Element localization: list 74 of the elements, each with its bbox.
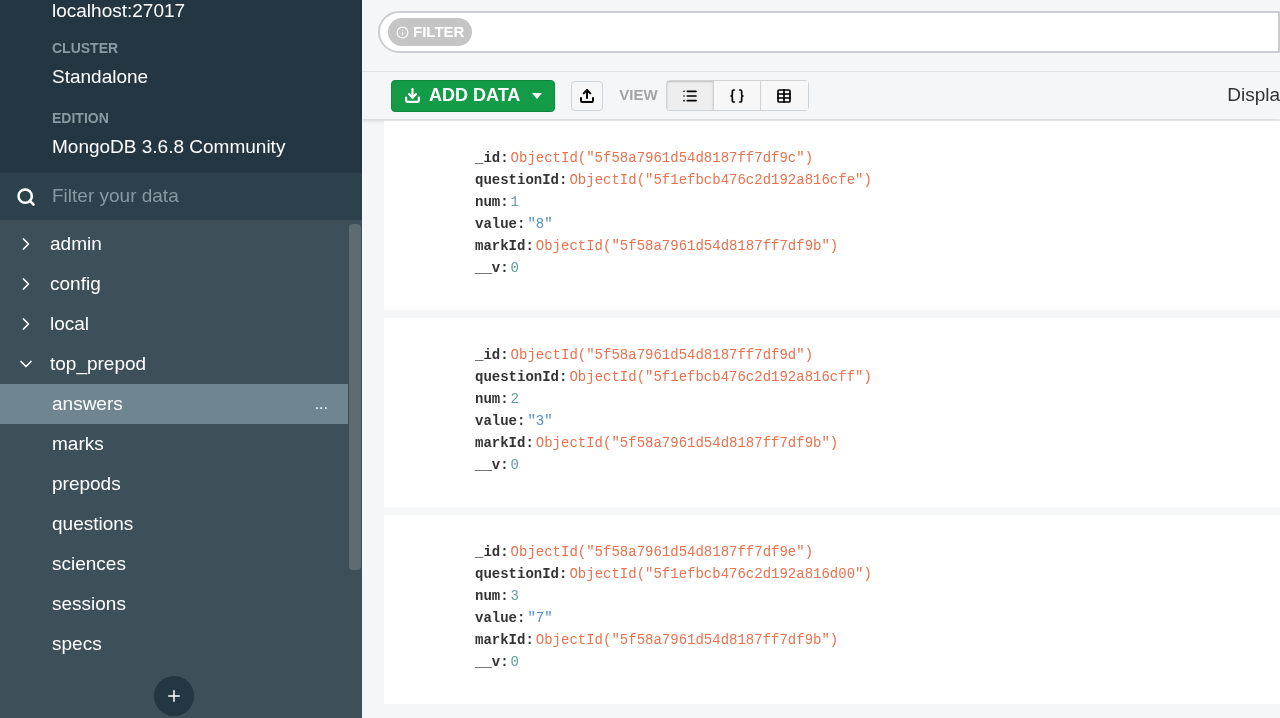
field-value: "8" (527, 215, 553, 234)
export-button[interactable] (571, 80, 604, 111)
field-key: questionId: (475, 169, 568, 191)
add-data-button[interactable]: ADD DATA (391, 79, 556, 112)
field-value: 3 (510, 587, 519, 606)
field-value: ObjectId("5f1efbcb476c2d192a816cff") (569, 368, 872, 387)
document-card[interactable]: _id:ObjectId("5f58a7961d54d8187ff7df9e") questionId:ObjectId("5f1efbcb476c2d192a816d00") num:3 value:"7" markId:ObjectId("5f58a7961d54d8187ff7df9b") __v:0 (384, 515, 1280, 704)
field-value: ObjectId("5f58a7961d54d8187ff7df9b") (535, 631, 839, 650)
info-label: CLUSTER (52, 39, 120, 58)
filter-badge: FILTER (388, 18, 473, 46)
info-value: Standalone (52, 65, 150, 89)
collection-item[interactable]: marks (0, 424, 348, 464)
caret-icon (532, 92, 543, 99)
plus-icon (165, 687, 183, 705)
field-key: num: (475, 585, 509, 607)
field-key: _id: (475, 147, 509, 169)
field-key: value: (475, 213, 526, 235)
collection-item[interactable]: sciences (0, 544, 348, 584)
info-icon (396, 25, 409, 39)
collection-item[interactable]: prepods (0, 464, 348, 504)
field-value: ObjectId("5f58a7961d54d8187ff7df9b") (535, 237, 839, 256)
field-key: questionId: (475, 366, 568, 388)
field-key: value: (475, 607, 526, 629)
display-label: Displa (1227, 83, 1280, 108)
document-card[interactable]: _id:ObjectId("5f58a7961d54d8187ff7df9c") questionId:ObjectId("5f1efbcb476c2d192a816cfe") num:1 value:"8" markId:ObjectId("5f58a7961d54d8187ff7df9b") __v:0 (384, 121, 1280, 310)
table-icon (776, 87, 793, 104)
collection-item[interactable]: questions (0, 504, 348, 544)
field-key: _id: (475, 541, 509, 563)
collection-item[interactable]: sessions (0, 584, 348, 624)
field-value: 0 (510, 456, 519, 475)
field-value: ObjectId("5f58a7961d54d8187ff7df9e") (510, 543, 814, 562)
field-value: 0 (510, 259, 519, 278)
field-key: __v: (475, 257, 509, 279)
list-view-button[interactable] (666, 81, 714, 110)
field-value: ObjectId("5f58a7961d54d8187ff7df9d") (510, 346, 814, 365)
field-key: value: (475, 410, 526, 432)
filter-field[interactable]: Filter your data (52, 182, 332, 211)
view-switcher[interactable] (665, 80, 809, 111)
host-name: localhost:27017 (52, 0, 187, 22)
field-key: questionId: (475, 563, 568, 585)
field-key: __v: (475, 651, 509, 673)
collection-item[interactable]: specs (0, 624, 348, 664)
download-icon (404, 87, 421, 104)
search-bar[interactable]: Filter your data (0, 173, 362, 220)
field-key: markId: (475, 432, 534, 454)
view-label: VIEW (619, 85, 658, 106)
field-value: ObjectId("5f1efbcb476c2d192a816cfe") (569, 171, 872, 190)
database-item[interactable]: local (0, 304, 348, 344)
field-value: 1 (510, 193, 519, 212)
field-value: ObjectId("5f1efbcb476c2d192a816d00") (569, 565, 872, 584)
info-value: MongoDB 3.6.8 Community (52, 134, 287, 159)
field-key: num: (475, 191, 509, 213)
field-key: markId: (475, 235, 534, 257)
field-value: "3" (527, 412, 553, 431)
field-value: "7" (527, 609, 553, 628)
field-key: num: (475, 388, 509, 410)
database-item[interactable]: top_prepod (0, 344, 348, 384)
collection-item[interactable]: answers ... (0, 384, 348, 424)
more-menu[interactable]: ... (314, 392, 328, 416)
database-item[interactable]: admin (0, 224, 348, 264)
database-item[interactable]: config (0, 264, 348, 304)
field-value: 0 (510, 653, 519, 672)
document-card[interactable]: _id:ObjectId("5f58a7961d54d8187ff7df9d") questionId:ObjectId("5f1efbcb476c2d192a816cff") num:2 value:"3" markId:ObjectId("5f58a7961d54d8187ff7df9b") __v:0 (384, 318, 1280, 507)
search-icon (16, 186, 36, 207)
field-key: __v: (475, 454, 509, 476)
json-icon (728, 87, 745, 104)
upload-icon (579, 87, 596, 104)
field-key: markId: (475, 629, 534, 651)
field-key: _id: (475, 344, 509, 366)
add-database-button[interactable] (154, 676, 194, 716)
info-label: EDITION (52, 108, 110, 128)
field-value: 2 (510, 390, 519, 409)
field-value: ObjectId("5f58a7961d54d8187ff7df9c") (510, 149, 814, 168)
field-value: ObjectId("5f58a7961d54d8187ff7df9b") (535, 434, 839, 453)
